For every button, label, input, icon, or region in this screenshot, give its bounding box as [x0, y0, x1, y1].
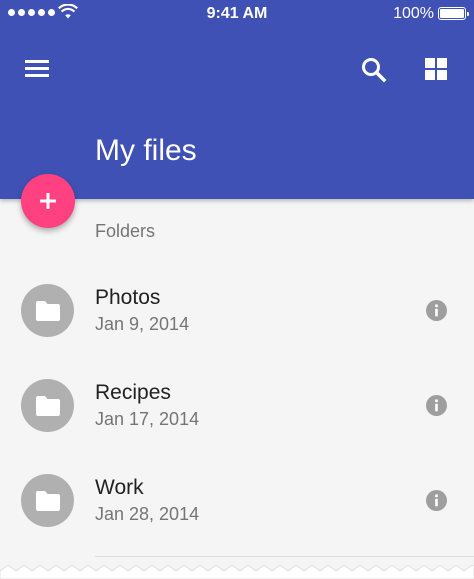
plus-icon	[40, 193, 56, 209]
search-icon	[362, 58, 387, 83]
grid-view-button[interactable]	[422, 55, 450, 83]
folder-avatar	[21, 284, 74, 337]
folder-icon	[35, 300, 60, 321]
list-item[interactable]: Photos Jan 9, 2014	[0, 284, 474, 379]
menu-icon	[25, 60, 49, 77]
folder-avatar	[21, 474, 74, 527]
info-button[interactable]	[426, 300, 447, 321]
info-icon	[435, 494, 438, 507]
info-icon	[435, 399, 438, 412]
battery-percent: 100%	[393, 5, 434, 22]
folder-icon	[35, 395, 60, 416]
info-button[interactable]	[426, 395, 447, 416]
list-item[interactable]: Recipes Jan 17, 2014	[0, 379, 474, 474]
folder-icon	[35, 490, 60, 511]
folder-name: Recipes	[95, 381, 171, 404]
info-icon	[435, 304, 438, 317]
folder-date: Jan 28, 2014	[95, 504, 200, 524]
info-button[interactable]	[426, 490, 447, 511]
folders-section-label: Folders	[95, 221, 156, 241]
page-title: My files	[95, 134, 197, 167]
add-button[interactable]	[21, 174, 75, 228]
list-item[interactable]: Work Jan 28, 2014	[0, 474, 474, 569]
menu-button[interactable]	[22, 56, 52, 80]
folder-date: Jan 9, 2014	[95, 314, 190, 334]
list-divider	[95, 556, 474, 557]
grid-view-icon	[425, 58, 447, 80]
search-button[interactable]	[358, 54, 390, 86]
battery-icon	[438, 7, 469, 20]
torn-edge	[0, 564, 474, 579]
folder-date: Jan 17, 2014	[95, 409, 200, 429]
folder-avatar	[21, 379, 74, 432]
status-bar: 9:41 AM 100%	[0, 0, 474, 28]
folder-name: Work	[95, 476, 144, 499]
app-bar: 9:41 AM 100% My files	[0, 0, 474, 199]
folder-name: Photos	[95, 286, 161, 309]
